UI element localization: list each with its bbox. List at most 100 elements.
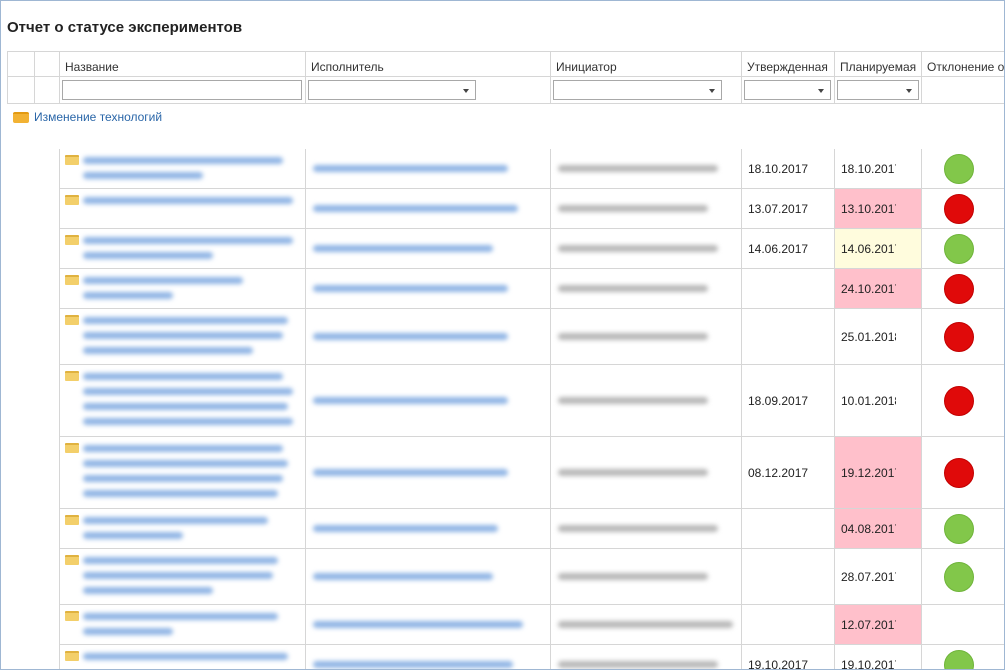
approved-date: 19.10.2017 — [748, 658, 809, 670]
experiment-name-link[interactable] — [83, 445, 288, 505]
folder-icon — [65, 235, 79, 245]
header-divider — [741, 51, 742, 103]
executor-link[interactable] — [313, 333, 508, 348]
redacted-text — [83, 613, 278, 620]
initiator-text — [558, 621, 733, 636]
redacted-text — [83, 157, 283, 164]
redacted-text — [83, 317, 288, 324]
experiment-name-link[interactable] — [83, 157, 283, 187]
folder-icon — [65, 195, 79, 205]
folder-icon — [65, 155, 79, 165]
table-row[interactable]: 12.07.2017 — [1, 605, 1004, 645]
experiment-name-link[interactable] — [83, 277, 243, 307]
status-red-icon — [944, 194, 974, 224]
redacted-text — [558, 245, 718, 252]
status-red-icon — [944, 274, 974, 304]
redacted-text — [83, 403, 288, 410]
experiment-name-link[interactable] — [83, 557, 278, 602]
executor-link[interactable] — [313, 285, 508, 300]
executor-link[interactable] — [313, 621, 523, 636]
experiment-name-link[interactable] — [83, 373, 293, 433]
redacted-text — [313, 333, 508, 340]
column-header-approved[interactable]: Утвержденная — [747, 60, 828, 74]
planned-date: 13.10.2017 — [841, 202, 896, 216]
approved-date: 14.06.2017 — [748, 242, 809, 256]
header-divider — [34, 51, 35, 103]
page-title: Отчет о статусе экспериментов — [7, 19, 243, 36]
table-row[interactable]: 24.10.2017 — [1, 269, 1004, 309]
approved-filter-select[interactable] — [744, 80, 831, 100]
initiator-text — [558, 285, 708, 300]
planned-date: 19.10.2017 — [841, 658, 896, 670]
planned-date: 14.06.2017 — [841, 242, 896, 256]
redacted-text — [83, 572, 273, 579]
status-green-icon — [944, 650, 974, 669]
redacted-text — [313, 285, 508, 292]
column-header-deviation[interactable]: Отклонение о — [927, 60, 1004, 74]
status-green-icon — [944, 234, 974, 264]
table-row[interactable]: 04.08.2017 — [1, 509, 1004, 549]
folder-icon — [65, 515, 79, 525]
redacted-text — [313, 245, 493, 252]
redacted-text — [558, 285, 708, 292]
initiator-text — [558, 661, 718, 669]
redacted-text — [83, 332, 283, 339]
redacted-text — [83, 475, 283, 482]
redacted-text — [313, 205, 518, 212]
table-row[interactable]: 18.10.2017 18.10.2017 — [1, 149, 1004, 189]
table-row[interactable]: 18.09.2017 10.01.2018 — [1, 365, 1004, 437]
executor-link[interactable] — [313, 573, 493, 588]
redacted-text — [83, 460, 288, 467]
executor-link[interactable] — [313, 661, 513, 669]
redacted-text — [313, 661, 513, 668]
planned-date: 28.07.2017 — [841, 570, 896, 584]
executor-filter-select[interactable] — [308, 80, 476, 100]
column-header-name[interactable]: Название — [65, 60, 119, 74]
initiator-text — [558, 525, 718, 540]
table-row[interactable]: 25.01.2018 — [1, 309, 1004, 365]
initiator-text — [558, 397, 708, 412]
executor-link[interactable] — [313, 165, 508, 180]
planned-filter-select[interactable] — [837, 80, 919, 100]
executor-link[interactable] — [313, 525, 498, 540]
redacted-text — [83, 628, 173, 635]
executor-link[interactable] — [313, 245, 493, 260]
redacted-text — [313, 573, 493, 580]
redacted-text — [83, 557, 278, 564]
redacted-text — [83, 252, 213, 259]
status-green-icon — [944, 154, 974, 184]
table-row[interactable]: 13.07.2017 13.10.2017 — [1, 189, 1004, 229]
experiment-name-link[interactable] — [83, 653, 288, 668]
experiment-name-link[interactable] — [83, 197, 293, 212]
executor-link[interactable] — [313, 205, 518, 220]
table-row[interactable]: 08.12.2017 19.12.2017 — [1, 437, 1004, 509]
column-header-planned[interactable]: Планируемая — [840, 60, 916, 74]
experiment-name-link[interactable] — [83, 613, 278, 643]
table-row[interactable]: 28.07.2017 — [1, 549, 1004, 605]
redacted-text — [83, 418, 293, 425]
experiment-name-link[interactable] — [83, 317, 288, 362]
status-green-icon — [944, 514, 974, 544]
experiment-name-link[interactable] — [83, 237, 293, 267]
initiator-text — [558, 205, 708, 220]
redacted-text — [83, 237, 293, 244]
executor-link[interactable] — [313, 469, 508, 484]
experiment-name-link[interactable] — [83, 517, 268, 547]
column-header-initiator[interactable]: Инициатор — [556, 60, 617, 74]
header-divider — [834, 51, 835, 103]
redacted-text — [558, 621, 733, 628]
name-filter-input[interactable] — [62, 80, 302, 100]
table-row[interactable]: 19.10.2017 19.10.2017 — [1, 645, 1004, 670]
redacted-text — [83, 197, 293, 204]
executor-link[interactable] — [313, 397, 508, 412]
table-row[interactable]: 14.06.2017 14.06.2017 — [1, 229, 1004, 269]
group-row[interactable]: Изменение технологий — [13, 109, 162, 125]
redacted-text — [558, 661, 718, 668]
column-header-executor[interactable]: Исполнитель — [311, 60, 384, 74]
planned-date: 18.10.2017 — [841, 162, 896, 176]
initiator-filter-select[interactable] — [553, 80, 722, 100]
redacted-text — [313, 469, 508, 476]
group-label[interactable]: Изменение технологий — [34, 110, 162, 124]
header-divider — [7, 51, 8, 103]
header-divider — [550, 51, 551, 103]
